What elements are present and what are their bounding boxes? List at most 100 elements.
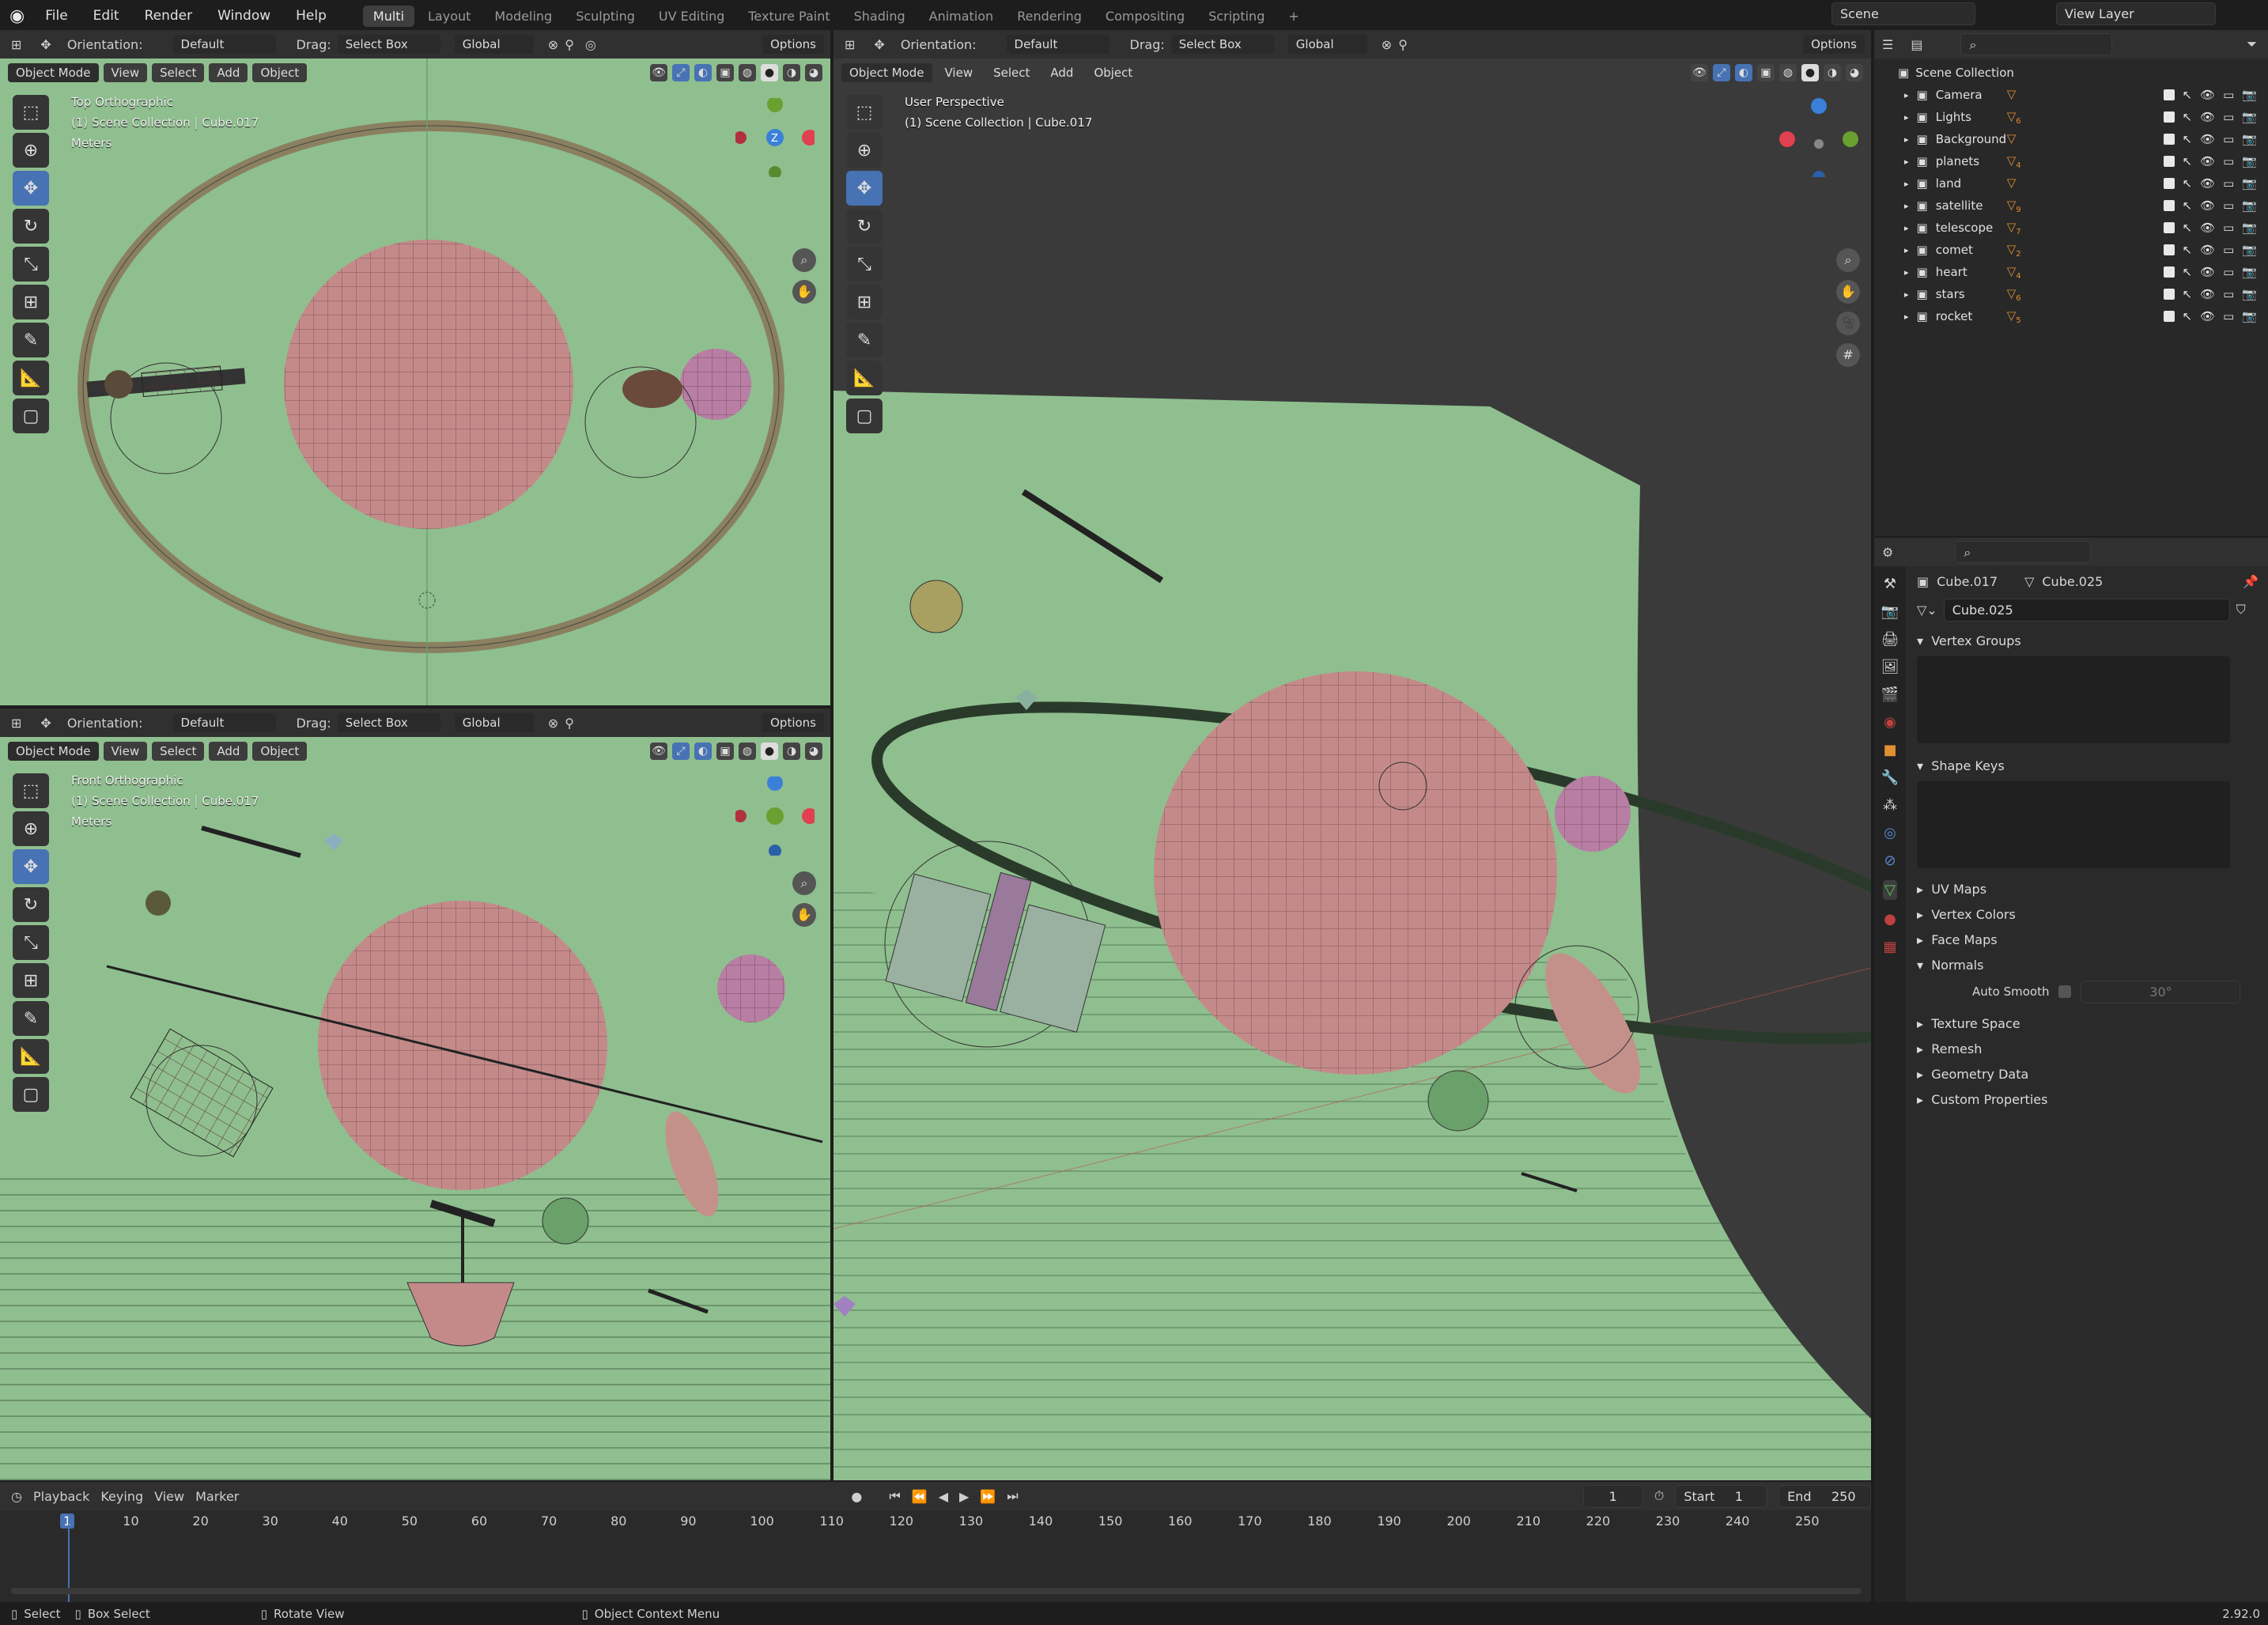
mode-dropdown[interactable]: Object Mode xyxy=(841,63,932,82)
viewport-disable-icon[interactable]: ▭ xyxy=(2223,110,2234,124)
clock-icon[interactable]: ◷ xyxy=(11,1489,22,1504)
shading-wireframe-icon[interactable]: ◍ xyxy=(1779,64,1797,81)
orientation-dropdown[interactable]: Default xyxy=(172,713,276,732)
drag-dropdown[interactable]: Select Box xyxy=(337,713,440,732)
outliner-item-comet[interactable]: ▸ ▣ comet ▽2 ↖ 👁 ▭ 📷 xyxy=(1898,239,2268,261)
viewport-disable-icon[interactable]: ▭ xyxy=(2223,176,2234,191)
exclude-checkbox[interactable] xyxy=(2163,156,2175,167)
navigation-gizmo[interactable] xyxy=(1779,98,1858,183)
eye-icon[interactable]: 👁 xyxy=(2200,154,2215,168)
zoom-icon[interactable]: ⌕ xyxy=(792,871,816,895)
panel-vertex-colors[interactable]: ▸ Vertex Colors xyxy=(1909,901,2265,927)
outliner-item-stars[interactable]: ▸ ▣ stars ▽6 ↖ 👁 ▭ 📷 xyxy=(1898,283,2268,305)
render-camera-icon[interactable]: 📷 xyxy=(2242,110,2257,124)
tab-uv-editing[interactable]: UV Editing xyxy=(648,6,735,27)
expand-icon[interactable]: ▸ xyxy=(1904,134,1909,145)
pivot-icon[interactable]: ⊗ xyxy=(1382,37,1392,52)
tab-texture-paint[interactable]: Texture Paint xyxy=(738,6,840,27)
editor-type-icon[interactable]: ⊞ xyxy=(845,37,855,52)
timeline-ruler[interactable]: 1102030405060708090100110120130140150160… xyxy=(0,1514,1871,1532)
selectable-icon[interactable]: ↖ xyxy=(2183,243,2193,257)
outliner-root[interactable]: ▣ Scene Collection xyxy=(1898,62,2268,84)
viewport-user-persp[interactable]: Object Mode View Select Add Object 👁 ⤢ ◐… xyxy=(833,59,1871,1480)
viewport-disable-icon[interactable]: ▭ xyxy=(2223,88,2234,102)
viewport-disable-icon[interactable]: ▭ xyxy=(2223,198,2234,213)
viewport-disable-icon[interactable]: ▭ xyxy=(2223,287,2234,301)
output-tab-icon[interactable]: 🖨 xyxy=(1881,631,1899,648)
xray-icon[interactable]: ▣ xyxy=(1757,64,1775,81)
editor-type-icon[interactable]: ⊞ xyxy=(11,716,21,731)
display-mode-icon[interactable]: ▤ xyxy=(1911,37,1922,52)
outliner-item-land[interactable]: ▸ ▣ land ▽ ↖ 👁 ▭ 📷 xyxy=(1898,172,2268,195)
object-menu[interactable]: Object xyxy=(1086,63,1140,82)
tab-layout[interactable]: Layout xyxy=(418,6,481,27)
selectable-icon[interactable]: ↖ xyxy=(2183,176,2193,191)
render-camera-icon[interactable]: 📷 xyxy=(2242,265,2257,279)
annotate-tool-icon[interactable]: ✎ xyxy=(846,323,883,357)
transform-tool-icon[interactable]: ⊞ xyxy=(846,285,883,319)
viewport-disable-icon[interactable]: ▭ xyxy=(2223,265,2234,279)
drag-dropdown[interactable]: Select Box xyxy=(337,35,440,54)
selectable-icon[interactable]: ↖ xyxy=(2183,287,2193,301)
proportional-icon[interactable]: ◎ xyxy=(585,37,596,52)
end-frame-field[interactable]: End 250 xyxy=(1778,1484,1871,1508)
shading-rendered-icon[interactable]: ◕ xyxy=(1846,64,1863,81)
play-reverse-icon[interactable]: ◀ xyxy=(939,1489,948,1504)
menu-render[interactable]: Render xyxy=(132,8,206,24)
shading-material-icon[interactable]: ◑ xyxy=(1824,64,1841,81)
tab-compositing[interactable]: Compositing xyxy=(1095,6,1195,27)
options-button[interactable]: Options xyxy=(762,713,824,732)
exclude-checkbox[interactable] xyxy=(2163,266,2175,278)
viewport-disable-icon[interactable]: ▭ xyxy=(2223,309,2234,323)
transform-orientation-dropdown[interactable]: Global xyxy=(1287,35,1367,54)
editor-type-icon[interactable]: ☰ xyxy=(1882,37,1893,52)
options-button[interactable]: Options xyxy=(762,35,824,54)
breadcrumb-object[interactable]: Cube.017 xyxy=(1937,574,1998,589)
menu-window[interactable]: Window xyxy=(205,8,283,24)
tab-modeling[interactable]: Modeling xyxy=(484,6,562,27)
transform-orientation-dropdown[interactable]: Global xyxy=(454,713,534,732)
menu-help[interactable]: Help xyxy=(283,8,339,24)
exclude-checkbox[interactable] xyxy=(2163,311,2175,322)
exclude-checkbox[interactable] xyxy=(2163,244,2175,255)
transform-orientation-dropdown[interactable]: Global xyxy=(454,35,534,54)
eye-icon[interactable]: 👁 xyxy=(2200,132,2215,146)
selectable-icon[interactable]: ↖ xyxy=(2183,309,2193,323)
expand-icon[interactable]: ▸ xyxy=(1904,112,1909,123)
tool-tab-icon[interactable]: ⚒ xyxy=(1884,576,1896,592)
render-camera-icon[interactable]: 📷 xyxy=(2242,309,2257,323)
exclude-checkbox[interactable] xyxy=(2163,89,2175,100)
gizmo-icon[interactable]: ⤢ xyxy=(1713,64,1730,81)
selectable-icon[interactable]: ↖ xyxy=(2183,88,2193,102)
auto-smooth-angle[interactable]: 30° xyxy=(2081,980,2241,1003)
exclude-checkbox[interactable] xyxy=(2163,222,2175,233)
playback-menu[interactable]: Playback xyxy=(33,1489,89,1504)
overlay-icon[interactable]: ◐ xyxy=(1735,64,1752,81)
view-layer-field[interactable]: View Layer xyxy=(2056,2,2216,25)
render-tab-icon[interactable]: 📷 xyxy=(1881,603,1899,620)
scene-field[interactable]: Scene xyxy=(1831,2,1975,25)
eye-icon[interactable]: 👁 xyxy=(2200,198,2215,213)
vertex-groups-list[interactable] xyxy=(1917,656,2230,743)
jump-end-icon[interactable]: ⏭ xyxy=(1007,1488,1018,1504)
tab-shading[interactable]: Shading xyxy=(844,6,916,27)
render-camera-icon[interactable]: 📷 xyxy=(2242,88,2257,102)
object-tab-icon[interactable]: ■ xyxy=(1883,742,1896,758)
panel-vertex-groups[interactable]: ▾ Vertex Groups xyxy=(1909,628,2265,653)
view-layer-selector[interactable]: View Layer xyxy=(2056,2,2216,25)
panel-remesh[interactable]: ▸ Remesh xyxy=(1909,1036,2265,1061)
render-camera-icon[interactable]: 📷 xyxy=(2242,176,2257,191)
view-layer-tab-icon[interactable]: 🖼 xyxy=(1881,659,1899,675)
tab-multi[interactable]: Multi xyxy=(362,5,415,27)
expand-icon[interactable]: ▸ xyxy=(1904,90,1909,100)
eye-icon[interactable]: 👁 xyxy=(2200,176,2215,191)
record-icon[interactable]: ● xyxy=(851,1489,862,1504)
render-camera-icon[interactable]: 📷 xyxy=(2242,243,2257,257)
selectable-icon[interactable]: ↖ xyxy=(2183,132,2193,146)
render-camera-icon[interactable]: 📷 xyxy=(2242,221,2257,235)
scene-tab-icon[interactable]: 🎬 xyxy=(1881,686,1899,703)
exclude-checkbox[interactable] xyxy=(2163,134,2175,145)
eye-icon[interactable]: 👁 xyxy=(2200,243,2215,257)
select-menu[interactable]: Select xyxy=(985,63,1038,82)
menu-file[interactable]: File xyxy=(32,8,80,24)
